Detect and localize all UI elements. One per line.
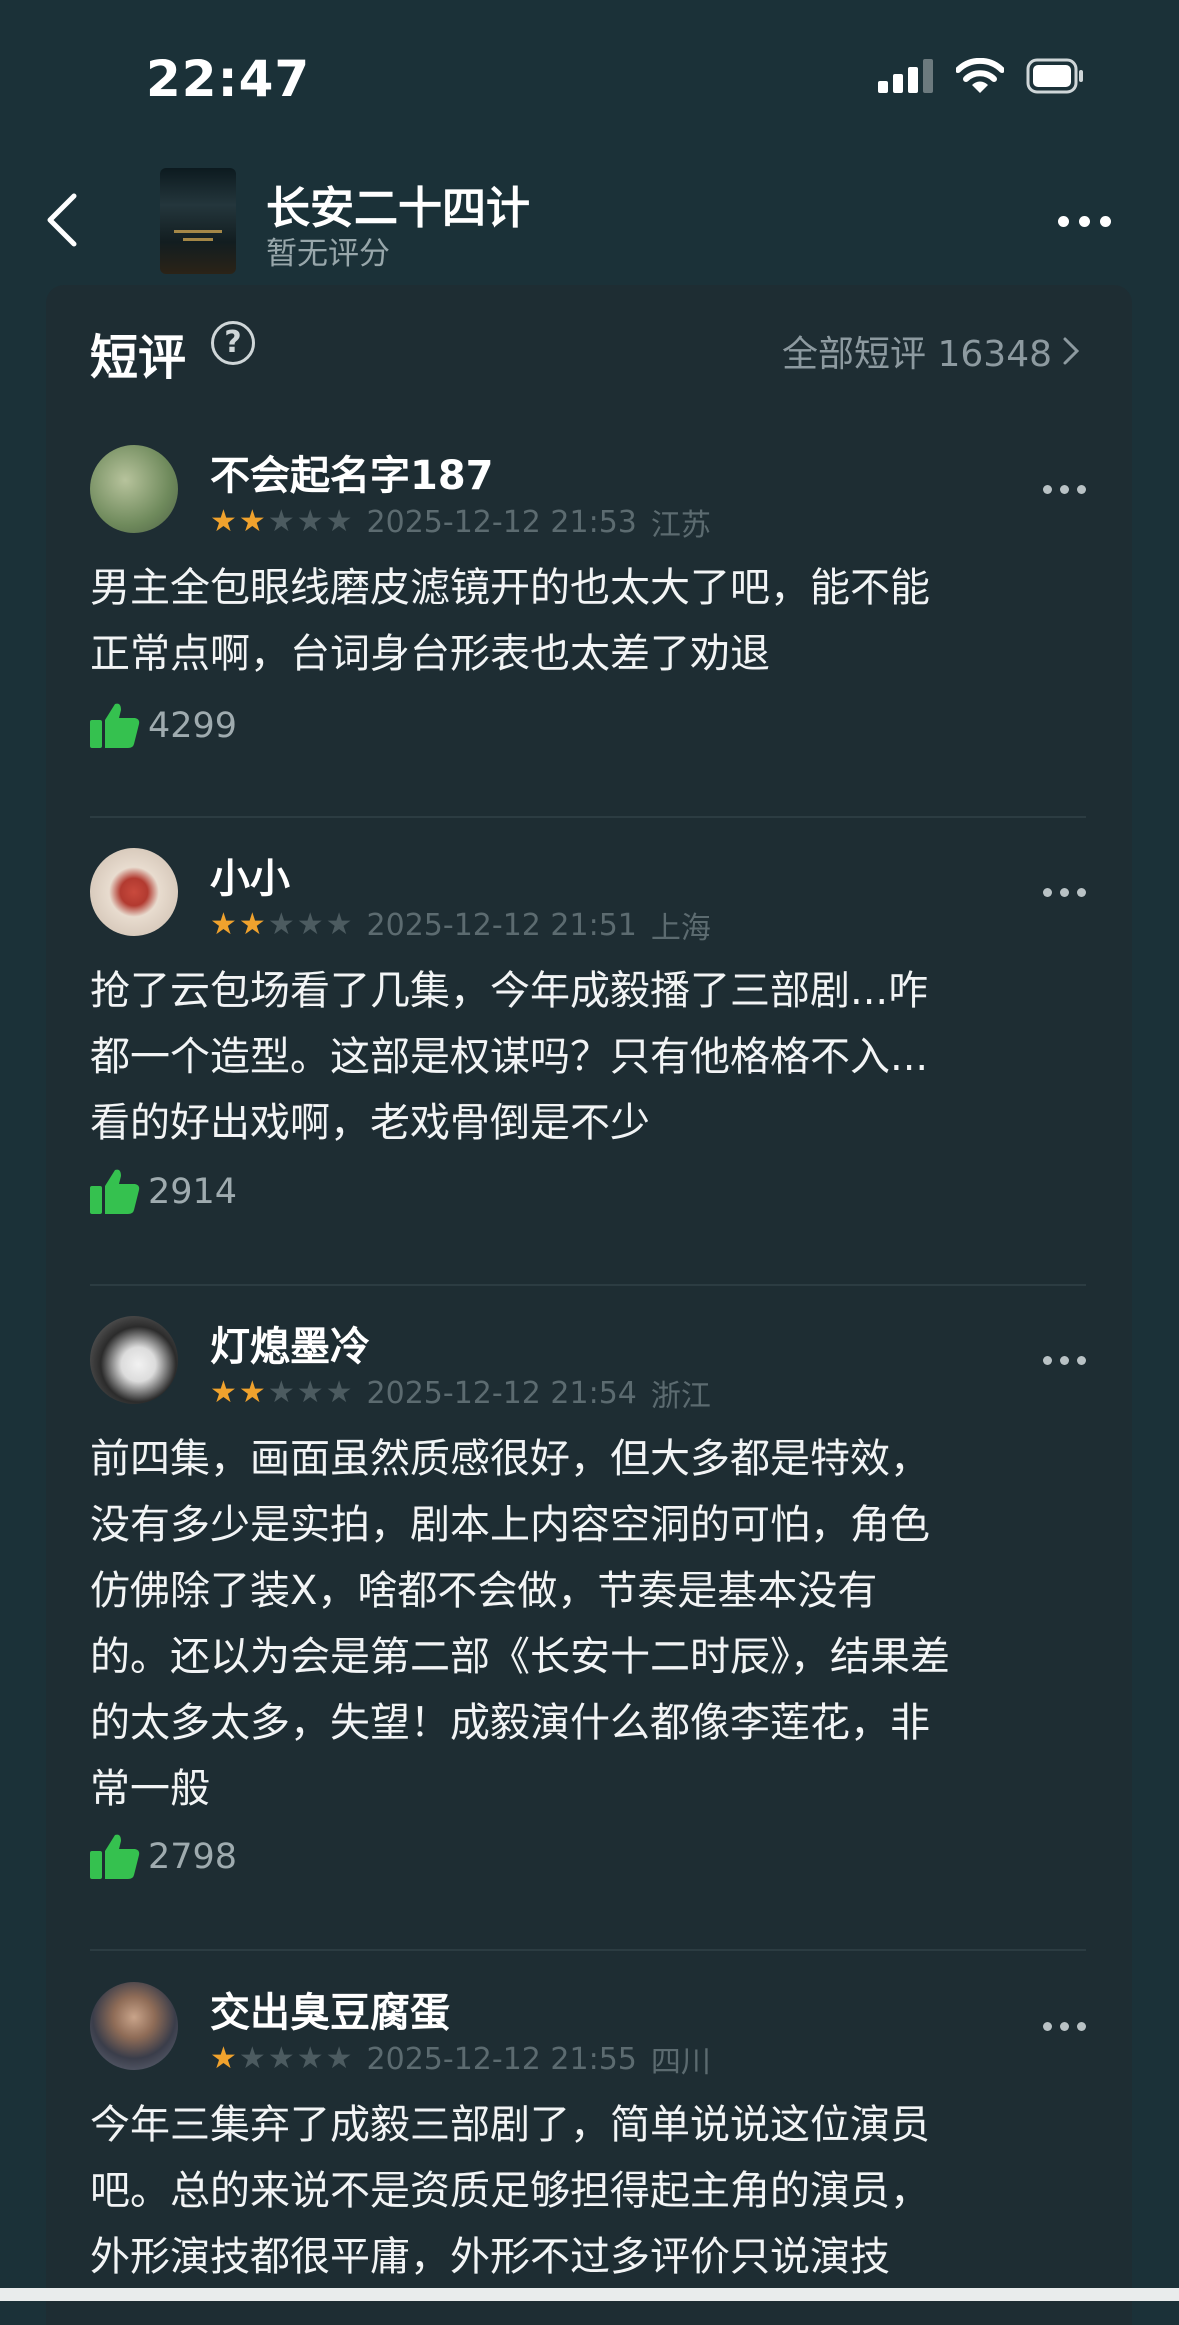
- star-icon: ★: [325, 1375, 353, 1410]
- star-icon: ★: [325, 504, 353, 539]
- show-poster-thumbnail[interactable]: [160, 168, 236, 274]
- star-icon: ★: [267, 504, 295, 539]
- review-username[interactable]: 不会起名字187: [210, 443, 494, 501]
- status-bar: 22:47: [0, 0, 1179, 160]
- review-line: 男主全包眼线磨皮滤镜开的也太大了吧，能不能: [90, 565, 930, 611]
- review-username[interactable]: 灯熄墨冷: [210, 1314, 370, 1372]
- star-icon: ★: [267, 1375, 295, 1410]
- star-icon: ★: [238, 2041, 266, 2076]
- review-content: 抢了云包场看了几集，今年成毅播了三部剧...咋 都一个造型。这部是权谋吗？只有他…: [90, 958, 1086, 1156]
- review-meta: ★ ★ ★ ★ ★ 2025-12-12 21:51 上海: [210, 903, 711, 947]
- review-more-icon[interactable]: [1043, 2022, 1086, 2031]
- status-time: 22:47: [146, 50, 311, 108]
- status-icons: [878, 58, 1084, 94]
- avatar[interactable]: [90, 848, 178, 936]
- like-button[interactable]: 4299: [90, 702, 237, 750]
- all-reviews-link[interactable]: 全部短评 16348: [782, 325, 1080, 377]
- rating-stars: ★ ★ ★ ★ ★: [210, 507, 353, 537]
- review-meta: ★ ★ ★ ★ ★ 2025-12-12 21:54 浙江: [210, 1371, 711, 1415]
- wifi-icon: [956, 58, 1004, 93]
- review-date: 2025-12-12 21:55: [366, 2041, 637, 2077]
- like-count: 2914: [148, 1172, 238, 1212]
- rating-stars: ★ ★ ★ ★ ★: [210, 1378, 353, 1408]
- review-line: 抢了云包场看了几集，今年成毅播了三部剧...咋: [90, 968, 929, 1014]
- review-region: 上海: [650, 911, 711, 946]
- star-icon: ★: [238, 504, 266, 539]
- star-icon: ★: [210, 504, 237, 539]
- back-arrow-icon[interactable]: [40, 190, 90, 250]
- thumbs-up-icon: [90, 703, 140, 748]
- star-icon: ★: [210, 1375, 237, 1410]
- review-line: 吧。总的来说不是资质足够担得起主角的演员，: [90, 2168, 930, 2214]
- review-line: 的太多太多，失望！成毅演什么都像李莲花，非: [90, 1700, 930, 1746]
- more-options-icon[interactable]: [1058, 216, 1111, 227]
- avatar[interactable]: [90, 1316, 178, 1404]
- star-icon: ★: [267, 2041, 295, 2076]
- like-count: 4299: [148, 706, 238, 746]
- review-line: 今年三集弃了成毅三部剧了，简单说说这位演员: [90, 2102, 930, 2148]
- avatar[interactable]: [90, 1982, 178, 2070]
- review-line: 没有多少是实拍，剧本上内容空洞的可怕，角色: [90, 1502, 930, 1548]
- divider: [90, 1949, 1086, 1951]
- review-content: 男主全包眼线磨皮滤镜开的也太大了吧，能不能 正常点啊，台词身台形表也太差了劝退: [90, 555, 1086, 687]
- all-reviews-label: 全部短评 16348: [782, 334, 1052, 375]
- review-content: 今年三集弃了成毅三部剧了，简单说说这位演员 吧。总的来说不是资质足够担得起主角的…: [90, 2092, 1086, 2290]
- battery-icon: [1026, 58, 1083, 94]
- divider: [90, 1284, 1086, 1286]
- review-more-icon[interactable]: [1043, 485, 1086, 494]
- review-line: 正常点啊，台词身台形表也太差了劝退: [90, 631, 770, 677]
- review-username[interactable]: 交出臭豆腐蛋: [210, 1980, 450, 2038]
- review-content: 前四集，画面虽然质感很好，但大多都是特效， 没有多少是实拍，剧本上内容空洞的可怕…: [90, 1426, 1086, 1822]
- section-title: 短评: [90, 330, 187, 386]
- like-count: 2798: [148, 1837, 238, 1877]
- divider: [90, 816, 1086, 818]
- review-line: 的。还以为会是第二部《长安十二时辰》，结果差: [90, 1634, 950, 1680]
- bottom-bar-edge: [0, 2288, 1179, 2301]
- star-icon: ★: [296, 907, 324, 942]
- star-icon: ★: [296, 1375, 324, 1410]
- star-icon: ★: [210, 907, 237, 942]
- review-region: 浙江: [650, 1379, 711, 1414]
- star-icon: ★: [267, 907, 295, 942]
- review-region: 江苏: [650, 508, 711, 543]
- star-icon: ★: [210, 2041, 237, 2076]
- rating-stars: ★ ★ ★ ★ ★: [210, 2044, 353, 2074]
- signal-icon: [878, 59, 933, 93]
- review-more-icon[interactable]: [1043, 1356, 1086, 1365]
- star-icon: ★: [238, 907, 266, 942]
- review-date: 2025-12-12 21:51: [366, 907, 637, 943]
- short-reviews-card: 短评 ? 全部短评 16348 不会起名字187 ★ ★ ★ ★ ★ 2025-12-1…: [46, 285, 1132, 2325]
- show-title: 长安二十四计: [266, 183, 530, 234]
- star-icon: ★: [296, 504, 324, 539]
- rating-stars: ★ ★ ★ ★ ★: [210, 910, 353, 940]
- star-icon: ★: [325, 907, 353, 942]
- review-line: 看的好出戏啊，老戏骨倒是不少: [90, 1100, 650, 1146]
- review-line: 都一个造型。这部是权谋吗？只有他格格不入...: [90, 1034, 929, 1080]
- star-icon: ★: [238, 1375, 266, 1410]
- thumbs-up-icon: [90, 1169, 140, 1214]
- review-line: 外形演技都很平庸，外形不过多评价只说演技: [90, 2234, 890, 2280]
- review-line: 前四集，画面虽然质感很好，但大多都是特效，: [90, 1436, 930, 1482]
- review-username[interactable]: 小小: [210, 846, 290, 904]
- like-button[interactable]: 2798: [90, 1833, 237, 1881]
- review-more-icon[interactable]: [1043, 888, 1086, 897]
- review-line: 仿佛除了装X，啥都不会做，节奏是基本没有: [90, 1568, 878, 1614]
- star-icon: ★: [296, 2041, 324, 2076]
- chevron-right-icon: [1063, 337, 1080, 365]
- review-date: 2025-12-12 21:53: [366, 504, 637, 540]
- thumbs-up-icon: [90, 1834, 140, 1879]
- review-date: 2025-12-12 21:54: [366, 1375, 637, 1411]
- review-meta: ★ ★ ★ ★ ★ 2025-12-12 21:53 江苏: [210, 500, 711, 544]
- like-button[interactable]: 2914: [90, 1168, 237, 1216]
- avatar[interactable]: [90, 445, 178, 533]
- star-icon: ★: [325, 2041, 353, 2076]
- help-icon[interactable]: ?: [211, 321, 255, 365]
- review-line: 常一般: [90, 1766, 210, 1812]
- review-meta: ★ ★ ★ ★ ★ 2025-12-12 21:55 四川: [210, 2037, 711, 2081]
- review-region: 四川: [650, 2045, 711, 2080]
- nav-bar: 长安二十四计 暂无评分: [0, 160, 1179, 280]
- show-rating-status: 暂无评分: [266, 236, 390, 272]
